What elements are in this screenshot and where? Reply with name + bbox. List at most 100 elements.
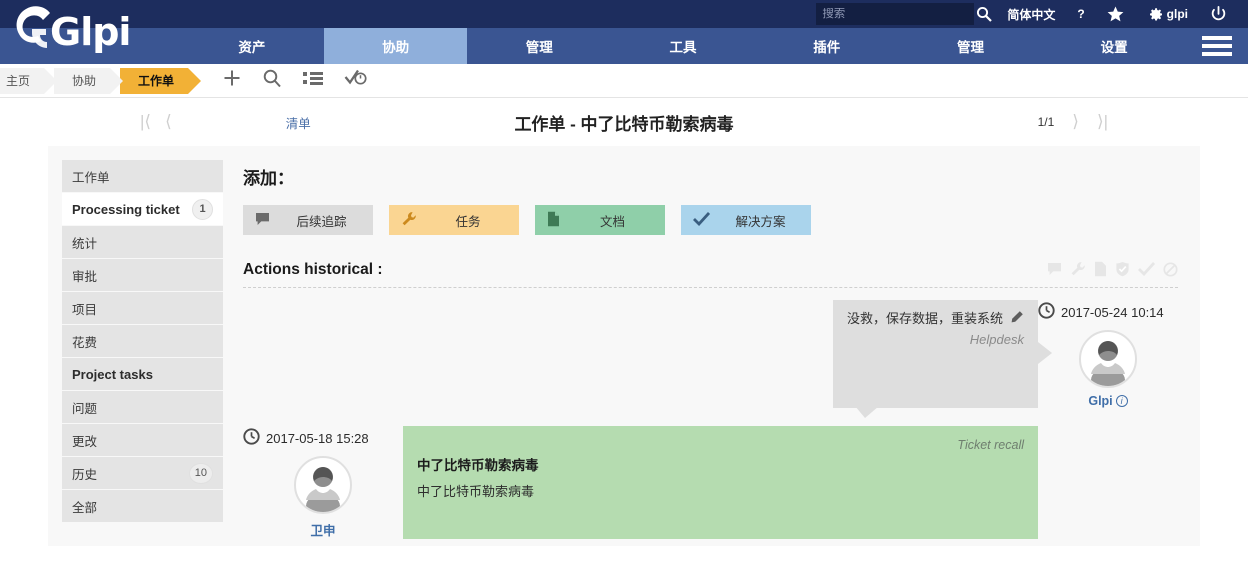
comment-icon[interactable] xyxy=(1047,262,1062,276)
logo-text: Glpi xyxy=(50,10,131,54)
sidebar-item-processing-ticket[interactable]: Processing ticket 1 xyxy=(62,193,223,225)
sidebar-item-costs[interactable]: 花费 xyxy=(62,325,223,357)
nav-item-assistance[interactable]: 协助 xyxy=(323,28,468,64)
timeline-entry: 2017-05-18 15:28 卫申 Ticket recall 中了比特币勒… xyxy=(243,426,1178,539)
check-icon xyxy=(693,211,711,229)
avatar-name: Glpi xyxy=(1088,394,1113,408)
app-logo[interactable]: Glpi xyxy=(0,0,180,64)
check-clock-icon[interactable] xyxy=(344,68,368,93)
wrench-icon xyxy=(401,211,417,230)
timeline-timestamp: 2017-05-18 15:28 xyxy=(266,430,369,446)
breadcrumb-item-tickets[interactable]: 工作单 xyxy=(120,67,202,94)
timeline-author: Glpi i xyxy=(1038,330,1178,408)
edit-icon[interactable] xyxy=(1009,310,1024,328)
breadcrumb-item-home[interactable]: 主页 xyxy=(0,67,58,94)
sidebar-item-label: 统计 xyxy=(72,236,98,251)
timeline-meta: 2017-05-18 15:28 卫申 xyxy=(243,426,403,539)
history-divider xyxy=(243,287,1178,288)
nav-item-assets[interactable]: 资产 xyxy=(180,28,324,64)
plus-icon[interactable] xyxy=(222,68,242,93)
history-header: Actions historical : xyxy=(243,261,1178,287)
nav-item-tools[interactable]: 工具 xyxy=(611,28,755,64)
star-icon xyxy=(1107,6,1124,22)
sidebar-item-label: 花费 xyxy=(72,335,98,350)
user-settings-button[interactable]: glpi xyxy=(1146,6,1188,22)
avatar[interactable] xyxy=(1079,330,1137,388)
logout-button[interactable] xyxy=(1210,5,1227,23)
add-document-label: 文档 xyxy=(599,214,625,229)
sidebar-badge: 1 xyxy=(192,198,213,220)
clock-icon xyxy=(1038,302,1055,322)
sidebar-item-label: 更改 xyxy=(72,434,98,449)
sidebar-item-label: Project tasks xyxy=(72,366,153,382)
sidebar-item-label: 全部 xyxy=(72,500,98,515)
timeline-entry: 没救，保存数据，重装系统 Helpdesk 2017-05-24 10:14 G… xyxy=(243,300,1178,418)
hamburger-menu-icon[interactable] xyxy=(1186,28,1248,64)
avatar-name-row[interactable]: 卫申 xyxy=(310,520,335,539)
document-icon[interactable] xyxy=(1094,261,1107,277)
gear-icon xyxy=(1146,6,1162,22)
add-task-label: 任务 xyxy=(455,214,481,229)
shield-check-icon[interactable] xyxy=(1115,261,1130,277)
search-icon[interactable] xyxy=(262,68,282,93)
search-icon[interactable] xyxy=(976,6,993,22)
avatar[interactable] xyxy=(294,456,352,514)
wrench-icon[interactable] xyxy=(1070,261,1086,277)
pager-next-icon[interactable]: ⟩ xyxy=(1072,112,1079,132)
favorites-button[interactable] xyxy=(1107,6,1124,22)
breadcrumb-item-assistance[interactable]: 协助 xyxy=(54,67,124,94)
list-icon[interactable] xyxy=(302,69,324,92)
history-heading: Actions historical : xyxy=(243,261,383,278)
add-solution-label: 解决方案 xyxy=(735,214,786,229)
add-followup-label: 后续追踪 xyxy=(296,214,347,229)
add-heading: 添加： xyxy=(243,169,294,188)
search-input[interactable] xyxy=(822,8,977,20)
add-document-button[interactable]: 文档 xyxy=(535,205,665,235)
sidebar-item-all[interactable]: 全部 xyxy=(62,490,223,522)
sidebar-item-ticket[interactable]: 工作单 xyxy=(62,160,223,192)
timeline-title: 中了比特币勒索病毒 xyxy=(417,458,539,473)
timeline-author: 卫申 xyxy=(243,456,403,539)
ban-icon[interactable] xyxy=(1163,261,1178,277)
nav-item-plugins[interactable]: 插件 xyxy=(755,28,899,64)
timeline-timestamp-row: 2017-05-18 15:28 xyxy=(243,428,403,448)
global-search[interactable] xyxy=(816,3,993,25)
document-icon xyxy=(547,211,560,230)
timeline-body: 中了比特币勒索病毒 xyxy=(417,484,535,499)
sidebar-item-changes[interactable]: 更改 xyxy=(62,424,223,456)
timeline-bubble: Ticket recall 中了比特币勒索病毒 中了比特币勒索病毒 xyxy=(403,426,1038,539)
avatar-name-row[interactable]: Glpi i xyxy=(1088,394,1128,408)
breadcrumb: 主页 协助 工作单 xyxy=(0,64,1248,98)
sidebar-item-problems[interactable]: 问题 xyxy=(62,391,223,423)
sidebar-item-statistics[interactable]: 统计 xyxy=(62,226,223,258)
info-icon[interactable]: i xyxy=(1115,395,1128,407)
timeline-meta: 2017-05-24 10:14 Glpi i xyxy=(1038,300,1178,408)
history-filter-icons xyxy=(1047,261,1178,277)
timeline-tag: Ticket recall xyxy=(957,438,1024,452)
help-button[interactable]: ? xyxy=(1077,7,1084,21)
sidebar-item-approvals[interactable]: 审批 xyxy=(62,259,223,291)
language-selector[interactable]: 简体中文 xyxy=(1007,6,1055,23)
ticket-content: 工作单 Processing ticket 1 统计 审批 项目 花费 Proj… xyxy=(48,146,1200,546)
add-task-button[interactable]: 任务 xyxy=(389,205,519,235)
pager-last-icon[interactable]: ⟩| xyxy=(1097,112,1108,132)
timeline-timestamp-row: 2017-05-24 10:14 xyxy=(1038,302,1178,322)
sidebar-item-label: 项目 xyxy=(72,302,98,317)
nav-item-management[interactable]: 管理 xyxy=(467,28,611,64)
check-icon[interactable] xyxy=(1138,262,1155,276)
ticket-title-bar: |⟨ ⟨ 清单 工作单 - 中了比特币勒索病毒 1/1 ⟩ ⟩| xyxy=(0,98,1248,146)
add-solution-button[interactable]: 解决方案 xyxy=(681,205,811,235)
sidebar-item-projects[interactable]: 项目 xyxy=(62,292,223,324)
timeline-timestamp: 2017-05-24 10:14 xyxy=(1061,304,1164,320)
add-followup-button[interactable]: 后续追踪 xyxy=(243,205,373,235)
nav-item-setup[interactable]: 设置 xyxy=(1042,28,1186,64)
sidebar-item-project-tasks[interactable]: Project tasks xyxy=(62,358,223,390)
sidebar-item-label: 历史 xyxy=(72,467,98,482)
sidebar-item-label: 审批 xyxy=(72,269,98,284)
sidebar-item-history[interactable]: 历史 10 xyxy=(62,457,223,489)
clock-icon xyxy=(243,428,260,448)
timeline-text: 没救，保存数据，重装系统 xyxy=(847,311,1004,326)
nav-item-administration[interactable]: 管理 xyxy=(899,28,1043,64)
ticket-sidebar: 工作单 Processing ticket 1 统计 审批 项目 花费 Proj… xyxy=(48,160,223,546)
sidebar-item-label: 工作单 xyxy=(72,170,110,185)
